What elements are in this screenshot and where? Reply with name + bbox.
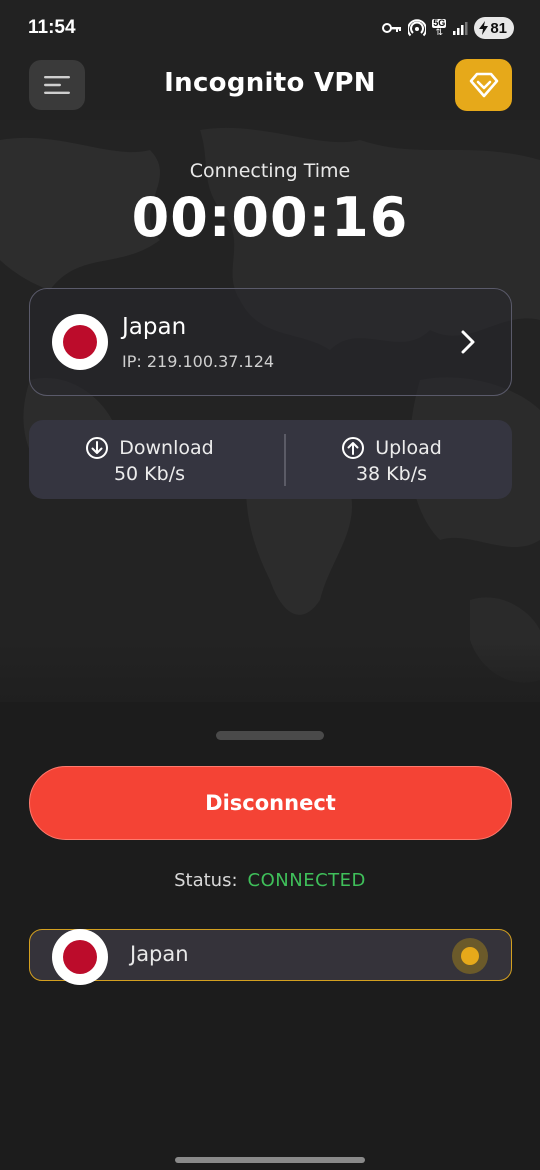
server-list-item-label: Japan xyxy=(130,942,189,966)
connecting-time-label: Connecting Time xyxy=(189,160,351,182)
download-arrow-icon xyxy=(86,437,109,459)
charging-bolt-icon xyxy=(479,21,489,35)
hotspot-icon xyxy=(408,19,427,37)
speed-panel: Download 50 Kb/s Upload 38 Kb/s xyxy=(29,420,512,499)
upload-label: Upload xyxy=(375,437,442,459)
map-hero-area: 11:54 5G ⇅ 81 Incognito VPN Connecting T… xyxy=(0,0,540,702)
download-value: 50 Kb/s xyxy=(113,463,186,485)
sheet-drag-handle[interactable] xyxy=(216,731,324,740)
server-country: Japan xyxy=(122,314,187,340)
status-icons: 5G ⇅ 81 xyxy=(382,17,514,39)
battery-indicator: 81 xyxy=(474,17,514,39)
diamond-icon xyxy=(469,72,498,98)
download-speed: Download 50 Kb/s xyxy=(29,420,270,499)
download-label: Download xyxy=(119,437,214,459)
bottom-sheet: Disconnect Status: CONNECTED Japan xyxy=(0,702,540,1170)
status-bar: 11:54 5G ⇅ 81 xyxy=(0,0,540,56)
server-ip: IP: 219.100.37.124 xyxy=(122,352,275,371)
hero-fade xyxy=(0,642,540,702)
selected-radio-icon[interactable] xyxy=(452,938,488,974)
connection-status: Status: CONNECTED xyxy=(0,870,540,891)
signal-icon xyxy=(453,22,468,35)
app-header: Incognito VPN xyxy=(0,58,540,112)
status-label: Status: xyxy=(174,870,238,891)
server-list-item-japan[interactable]: Japan xyxy=(29,929,512,985)
connecting-time-value: 00:00:16 xyxy=(131,186,409,249)
premium-button[interactable] xyxy=(455,59,512,111)
chevron-right-icon xyxy=(461,330,475,354)
upload-value: 38 Kb/s xyxy=(355,463,428,485)
server-selector-card[interactable]: Japan IP: 219.100.37.124 xyxy=(29,288,512,396)
upload-arrow-icon xyxy=(342,437,365,459)
vpn-key-icon xyxy=(382,23,402,33)
vpn-screen: 11:54 5G ⇅ 81 Incognito VPN Connecting T… xyxy=(0,0,540,1170)
home-indicator[interactable] xyxy=(175,1157,365,1163)
japan-flag-icon xyxy=(52,314,108,370)
status-time: 11:54 xyxy=(28,17,76,38)
battery-level: 81 xyxy=(490,19,507,37)
disconnect-button[interactable]: Disconnect xyxy=(29,766,512,840)
japan-flag-icon xyxy=(52,929,108,985)
upload-speed: Upload 38 Kb/s xyxy=(271,420,512,499)
network-type-icon: 5G ⇅ xyxy=(432,18,447,37)
status-value: CONNECTED xyxy=(247,870,366,891)
